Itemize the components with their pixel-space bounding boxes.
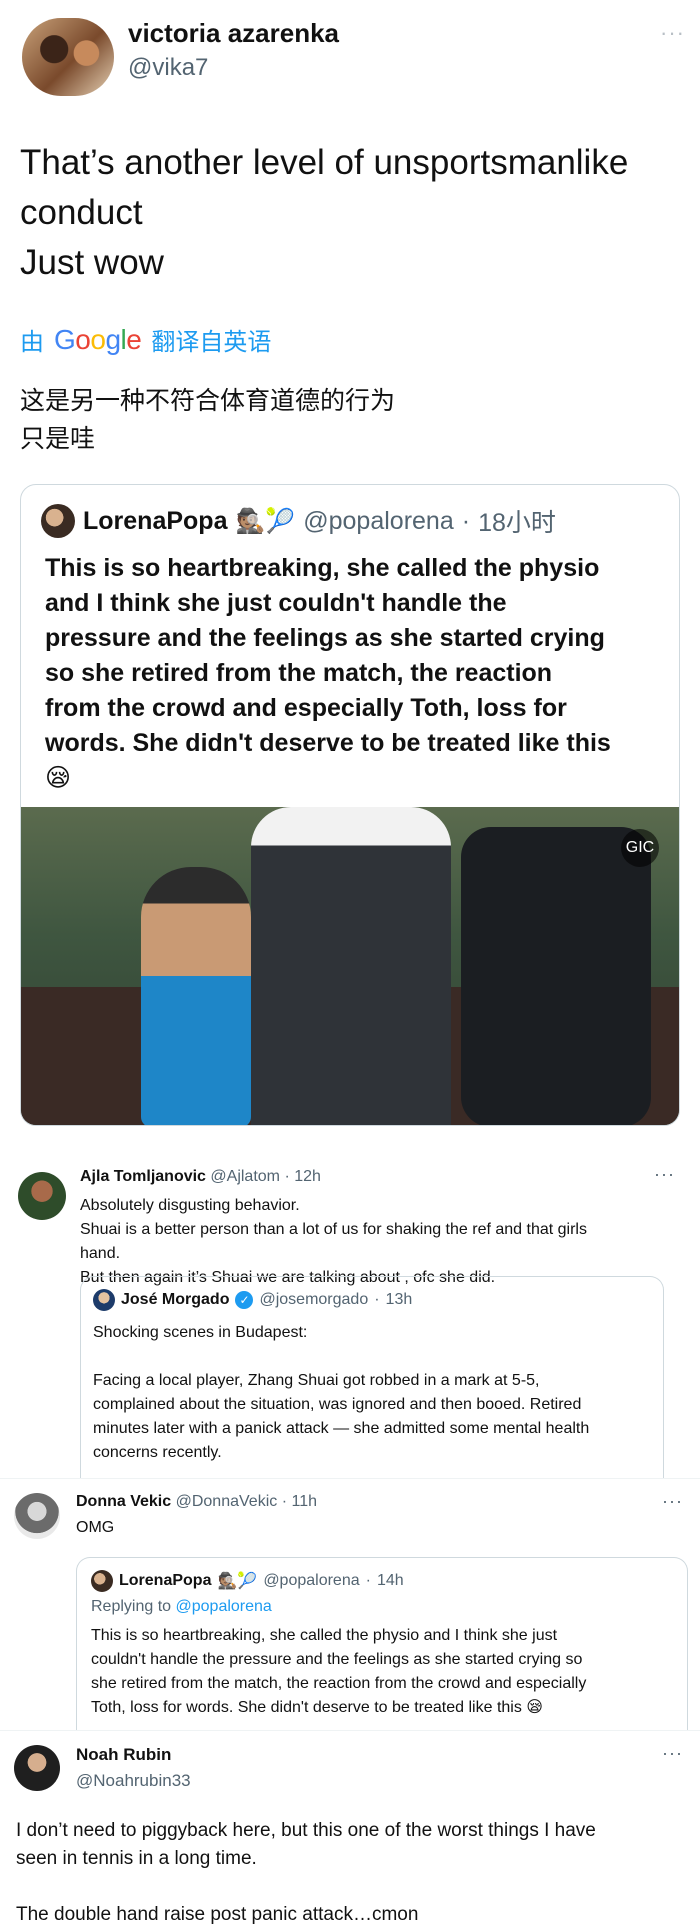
quoted-tweet-text: This is so heartbreaking, she called the… xyxy=(45,551,665,796)
author-handle[interactable]: @josemorgado xyxy=(259,1291,368,1309)
quoted-text-line: concerns recently. xyxy=(93,1444,222,1461)
replying-to-handle[interactable]: @popalorena xyxy=(176,1598,272,1615)
quoted-text-line: Toth, loss for words. She didn't deserve… xyxy=(91,1699,543,1716)
timestamp[interactable]: 11h xyxy=(291,1493,317,1510)
quoted-text-line: minutes later with a panick attack — she… xyxy=(93,1420,590,1437)
timestamp[interactable]: 13h xyxy=(386,1291,413,1309)
timestamp[interactable]: 14h xyxy=(377,1572,404,1590)
quoted-text-line: pressure and the feelings as she started… xyxy=(45,624,605,652)
author-name[interactable]: José Morgado xyxy=(121,1291,229,1309)
translated-line: 这是另一种不符合体育道德的行为 xyxy=(20,387,396,415)
detective-tennis-emoji-icon: 🕵🏽🎾 xyxy=(217,1573,258,1590)
author-handle[interactable]: @popalorena xyxy=(303,507,454,536)
reply-tweet: Donna Vekic @DonnaVekic · 11h ··· OMG Lo… xyxy=(0,1478,700,1731)
player-figure xyxy=(141,867,251,1125)
author-name[interactable]: Ajla Tomljanovic xyxy=(80,1168,206,1185)
replying-to: Replying to @popalorena xyxy=(91,1598,272,1616)
more-options-icon[interactable]: ··· xyxy=(654,1164,675,1185)
reply-text-line: Shuai is a better person than a lot of u… xyxy=(80,1221,587,1238)
replying-prefix: Replying to xyxy=(91,1598,172,1615)
tweet: Noah Rubin @Noahrubin33 ··· I don’t need… xyxy=(0,1730,700,1930)
tweet-text-line: Just wow xyxy=(20,243,164,282)
tweet-text-line: conduct xyxy=(20,193,143,232)
avatar[interactable] xyxy=(22,18,114,96)
quoted-text-line: from the crowd and especially Toth, loss… xyxy=(45,694,567,722)
quoted-tweet-header: LorenaPopa 🕵🏽🎾 @popalorena · 18小时 xyxy=(41,503,556,539)
main-tweet: victoria azarenka @vika7 ··· That’s anot… xyxy=(0,0,700,1150)
quoted-text-line: so she retired from the match, the react… xyxy=(45,659,553,687)
quoted-text-line: This is so heartbreaking, she called the… xyxy=(45,554,600,582)
author-name[interactable]: Noah Rubin xyxy=(76,1745,171,1765)
tweet-text: That’s another level of unsportsmanlike … xyxy=(20,138,690,288)
separator-dot: · xyxy=(374,1291,380,1308)
separator-dot: · xyxy=(284,1168,290,1185)
reply-tweet: Ajla Tomljanovic @Ajlatom · 12h ··· Abso… xyxy=(0,1150,700,1478)
quoted-text-line: words. She didn't deserve to be treated … xyxy=(45,729,611,757)
quoted-tweet[interactable]: José Morgado ✓ @josemorgado · 13h Shocki… xyxy=(80,1276,664,1478)
author-name[interactable]: LorenaPopa xyxy=(83,507,227,536)
google-logo: Google xyxy=(54,323,142,355)
tweet-text-line: seen in tennis in a long time. xyxy=(16,1848,257,1869)
avatar[interactable] xyxy=(14,1745,60,1791)
separator-dot: · xyxy=(365,1572,371,1589)
author-handle[interactable]: @Ajlatom xyxy=(210,1168,280,1185)
tweet-text: I don’t need to piggyback here, but this… xyxy=(16,1817,686,1929)
separator-dot: · xyxy=(281,1493,288,1510)
quoted-text-line: This is so heartbreaking, she called the… xyxy=(91,1627,558,1644)
quoted-text-line: and I think she just couldn't handle the xyxy=(45,589,507,617)
more-options-icon[interactable]: ··· xyxy=(662,1743,683,1764)
avatar[interactable] xyxy=(91,1570,113,1592)
reply-text-line: hand. xyxy=(80,1245,121,1262)
quoted-text-line: Facing a local player, Zhang Shuai got r… xyxy=(93,1372,540,1389)
author-name[interactable]: victoria azarenka xyxy=(128,18,339,49)
bag-figure xyxy=(461,827,651,1125)
translate-prefix: 由 xyxy=(20,329,44,356)
quoted-tweet-text: This is so heartbreaking, she called the… xyxy=(91,1624,681,1720)
author-handle[interactable]: @vika7 xyxy=(128,54,208,82)
translate-suffix: 翻译自英语 xyxy=(151,329,272,356)
author-name[interactable]: Donna Vekic xyxy=(76,1493,171,1510)
video-media[interactable]: GIC xyxy=(21,807,679,1125)
translated-text: 这是另一种不符合体育道德的行为 只是哇 xyxy=(20,382,395,458)
avatar[interactable] xyxy=(41,504,75,538)
quoted-tweet[interactable]: LorenaPopa 🕵🏽🎾 @popalorena · 18小时 This i… xyxy=(20,484,680,1126)
author-handle[interactable]: @popalorena xyxy=(263,1572,359,1590)
quoted-tweet[interactable]: LorenaPopa 🕵🏽🎾 @popalorena · 14h Replyin… xyxy=(76,1557,688,1731)
more-options-icon[interactable]: ··· xyxy=(662,1491,683,1512)
reply-header: Ajla Tomljanovic @Ajlatom · 12h xyxy=(80,1168,321,1186)
quoted-tweet-header: José Morgado ✓ @josemorgado · 13h xyxy=(93,1289,412,1311)
reply-header: Donna Vekic @DonnaVekic · 11h xyxy=(76,1493,317,1511)
reply-text-line: Absolutely disgusting behavior. xyxy=(80,1197,300,1214)
quoted-text-line xyxy=(93,1345,653,1369)
author-name[interactable]: LorenaPopa xyxy=(119,1572,211,1590)
reply-text: OMG xyxy=(76,1519,115,1536)
detective-tennis-emoji-icon: 🕵🏽🎾 xyxy=(235,507,296,535)
timestamp[interactable]: 18小时 xyxy=(478,503,556,539)
quoted-text-line: couldn't handle the pressure and the fee… xyxy=(91,1651,583,1668)
verified-badge-icon: ✓ xyxy=(235,1291,254,1309)
official-figure xyxy=(251,807,451,1125)
avatar[interactable] xyxy=(18,1172,66,1220)
quoted-text-line: Shocking scenes in Budapest: xyxy=(93,1324,308,1341)
translate-attribution[interactable]: 由 Google 翻译自英语 xyxy=(20,322,271,357)
tweet-text-line: I don’t need to piggyback here, but this… xyxy=(16,1820,596,1841)
quoted-text-line: she retired from the match, the reaction… xyxy=(91,1675,587,1692)
media-badge-icon[interactable]: GIC xyxy=(621,829,659,867)
tweet-text-line: That’s another level of unsportsmanlike xyxy=(20,143,629,182)
tweet-text-line: The double hand raise post panic attack…… xyxy=(16,1904,419,1925)
quoted-tweet-header: LorenaPopa 🕵🏽🎾 @popalorena · 14h xyxy=(91,1570,404,1592)
quoted-tweet-text: Shocking scenes in Budapest: Facing a lo… xyxy=(93,1321,653,1465)
translated-line: 只是哇 xyxy=(20,425,96,453)
author-handle[interactable]: @Noahrubin33 xyxy=(76,1771,191,1791)
separator-dot: · xyxy=(461,506,471,535)
avatar[interactable] xyxy=(14,1493,60,1539)
sleepy-face-emoji-icon: 😪 xyxy=(45,764,72,792)
avatar[interactable] xyxy=(93,1289,115,1311)
quoted-text-line: complained about the situation, was igno… xyxy=(93,1396,582,1413)
author-handle[interactable]: @DonnaVekic xyxy=(176,1493,278,1510)
timestamp[interactable]: 12h xyxy=(294,1168,321,1185)
more-options-icon[interactable]: ··· xyxy=(660,20,685,46)
